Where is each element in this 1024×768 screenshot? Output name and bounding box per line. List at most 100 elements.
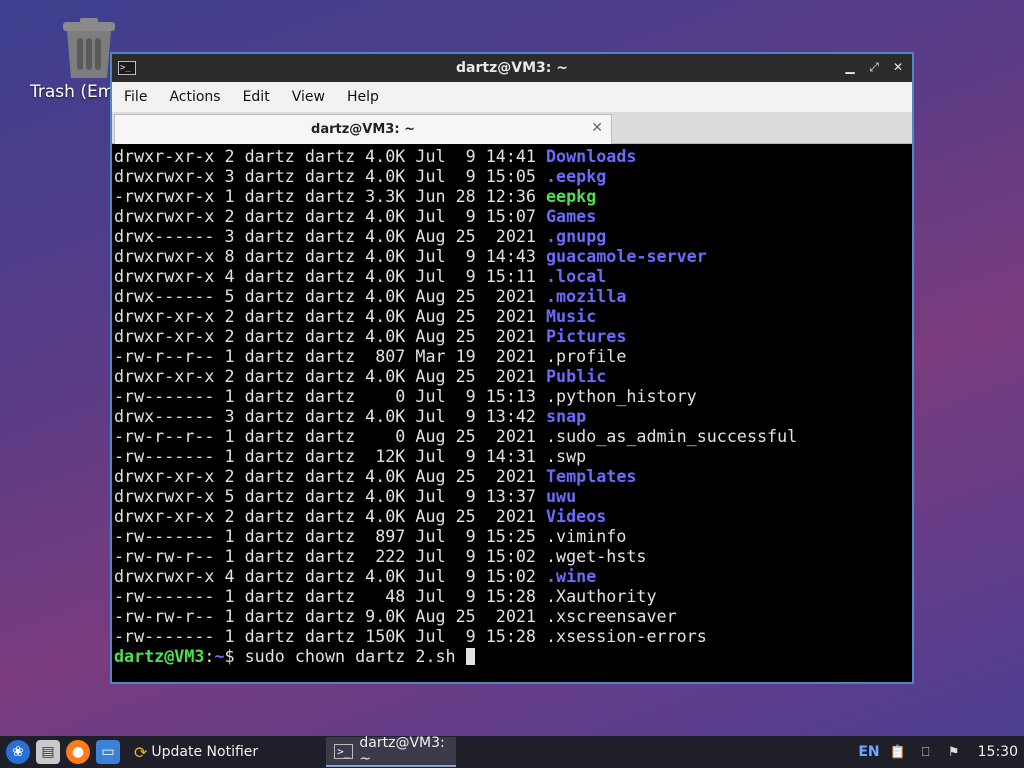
trash-label: Trash (Em <box>30 82 112 102</box>
tab-title: dartz@VM3: ~ <box>311 122 415 137</box>
network-icon[interactable]: ⎕ <box>916 742 936 762</box>
listing-meta: drwxr-xr-x 2 dartz dartz 4.0K Aug 25 202… <box>114 466 547 486</box>
task-terminal[interactable]: >_ dartz@VM3: ~ <box>326 735 457 767</box>
listing-row: -rw------- 1 dartz dartz 150K Jul 9 15:2… <box>114 626 910 646</box>
listing-meta: drwxr-xr-x 2 dartz dartz 4.0K Aug 25 202… <box>114 306 547 326</box>
menu-file[interactable]: File <box>116 82 155 112</box>
listing-row: drwxr-xr-x 2 dartz dartz 4.0K Aug 25 202… <box>114 326 910 346</box>
listing-row: drwxr-xr-x 2 dartz dartz 4.0K Aug 25 202… <box>114 306 910 326</box>
menu-actions[interactable]: Actions <box>161 82 228 112</box>
show-desktop-icon[interactable]: ▭ <box>96 740 120 764</box>
listing-row: -rwxrwxr-x 1 dartz dartz 3.3K Jun 28 12:… <box>114 186 910 206</box>
listing-meta: -rw------- 1 dartz dartz 48 Jul 9 15:28 <box>114 586 547 606</box>
task-update-notifier[interactable]: ⟳ Update Notifier <box>126 737 266 767</box>
listing-meta: drwx------ 5 dartz dartz 4.0K Aug 25 202… <box>114 286 547 306</box>
menu-help[interactable]: Help <box>339 82 387 112</box>
window-titlebar[interactable]: >_ dartz@VM3: ~ ▁ ⤢ ✕ <box>112 54 912 82</box>
listing-name: .viminfo <box>546 526 627 546</box>
listing-meta: drwxrwxr-x 5 dartz dartz 4.0K Jul 9 13:3… <box>114 486 547 506</box>
trash-icon <box>63 18 115 78</box>
tab-close-icon[interactable]: ✕ <box>591 120 603 136</box>
tab-terminal[interactable]: dartz@VM3: ~ ✕ <box>114 114 612 144</box>
start-menu-icon[interactable]: ❀ <box>6 740 30 764</box>
prompt-user: dartz@VM3 <box>114 646 205 666</box>
terminal-output[interactable]: drwxr-xr-x 2 dartz dartz 4.0K Jul 9 14:4… <box>114 146 910 682</box>
listing-name: Music <box>546 306 597 326</box>
listing-name: guacamole-server <box>546 246 707 266</box>
listing-meta: -rwxrwxr-x 1 dartz dartz 3.3K Jun 28 12:… <box>114 186 547 206</box>
listing-name: .mozilla <box>546 286 627 306</box>
listing-name: .eepkg <box>546 166 607 186</box>
listing-meta: drwxrwxr-x 2 dartz dartz 4.0K Jul 9 15:0… <box>114 206 547 226</box>
firefox-icon[interactable]: ● <box>66 740 90 764</box>
listing-row: -rw------- 1 dartz dartz 0 Jul 9 15:13 .… <box>114 386 910 406</box>
listing-name: .Xauthority <box>546 586 657 606</box>
prompt-path: ~ <box>214 646 225 666</box>
window-title: dartz@VM3: ~ <box>456 60 568 76</box>
listing-row: drwx------ 5 dartz dartz 4.0K Aug 25 202… <box>114 286 910 306</box>
menu-view[interactable]: View <box>284 82 333 112</box>
listing-meta: drwx------ 3 dartz dartz 4.0K Jul 9 13:4… <box>114 406 547 426</box>
listing-meta: -rw-r--r-- 1 dartz dartz 0 Aug 25 2021 <box>114 426 547 446</box>
listing-name: .wget-hsts <box>546 546 647 566</box>
menu-edit[interactable]: Edit <box>235 82 278 112</box>
update-notifier-icon: ⟳ <box>134 742 148 762</box>
maximize-button[interactable]: ⤢ <box>866 58 882 76</box>
listing-meta: -rw------- 1 dartz dartz 12K Jul 9 14:31 <box>114 446 547 466</box>
tab-bar: dartz@VM3: ~ ✕ <box>112 112 912 144</box>
listing-row: drwxr-xr-x 2 dartz dartz 4.0K Aug 25 202… <box>114 366 910 386</box>
listing-meta: drwxr-xr-x 2 dartz dartz 4.0K Aug 25 202… <box>114 366 547 386</box>
listing-name: .gnupg <box>546 226 607 246</box>
listing-name: .wine <box>546 566 597 586</box>
listing-name: Pictures <box>546 326 627 346</box>
listing-meta: drwxrwxr-x 4 dartz dartz 4.0K Jul 9 15:1… <box>114 266 547 286</box>
clock[interactable]: 15:30 <box>978 744 1018 760</box>
listing-name: .sudo_as_admin_successful <box>546 426 798 446</box>
listing-row: drwxrwxr-x 5 dartz dartz 4.0K Jul 9 13:3… <box>114 486 910 506</box>
command-input: sudo chown dartz 2.sh <box>244 646 466 666</box>
listing-name: snap <box>546 406 587 426</box>
listing-row: drwxr-xr-x 2 dartz dartz 4.0K Aug 25 202… <box>114 506 910 526</box>
listing-name: Templates <box>546 466 637 486</box>
menu-bar: File Actions Edit View Help <box>112 82 912 112</box>
listing-name: uwu <box>546 486 577 506</box>
file-manager-icon[interactable]: ▤ <box>36 740 60 764</box>
listing-row: drwxrwxr-x 3 dartz dartz 4.0K Jul 9 15:0… <box>114 166 910 186</box>
notification-icon[interactable]: ⚑ <box>944 742 964 762</box>
listing-meta: drwxr-xr-x 2 dartz dartz 4.0K Aug 25 202… <box>114 506 547 526</box>
listing-meta: drwxrwxr-x 4 dartz dartz 4.0K Jul 9 15:0… <box>114 566 547 586</box>
listing-name: .local <box>546 266 607 286</box>
terminal-icon: >_ <box>334 743 354 759</box>
clipboard-icon[interactable]: 📋 <box>888 742 908 762</box>
terminal-window: >_ dartz@VM3: ~ ▁ ⤢ ✕ File Actions Edit … <box>110 52 914 684</box>
keyboard-layout-indicator[interactable]: EN <box>858 744 879 760</box>
listing-row: -rw-r--r-- 1 dartz dartz 0 Aug 25 2021 .… <box>114 426 910 446</box>
text-cursor <box>465 648 475 665</box>
prompt-line[interactable]: dartz@VM3:~$ sudo chown dartz 2.sh <box>114 646 910 666</box>
listing-row: -rw------- 1 dartz dartz 897 Jul 9 15:25… <box>114 526 910 546</box>
listing-name: Downloads <box>546 146 637 166</box>
listing-name: .xscreensaver <box>546 606 677 626</box>
listing-meta: -rw------- 1 dartz dartz 897 Jul 9 15:25 <box>114 526 547 546</box>
listing-name: Public <box>546 366 607 386</box>
listing-name: Games <box>546 206 597 226</box>
terminal-icon: >_ <box>118 61 136 75</box>
close-button[interactable]: ✕ <box>890 58 906 76</box>
listing-name: eepkg <box>546 186 597 206</box>
listing-row: -rw-r--r-- 1 dartz dartz 807 Mar 19 2021… <box>114 346 910 366</box>
listing-row: drwxr-xr-x 2 dartz dartz 4.0K Jul 9 14:4… <box>114 146 910 166</box>
listing-row: -rw------- 1 dartz dartz 48 Jul 9 15:28 … <box>114 586 910 606</box>
listing-meta: -rw------- 1 dartz dartz 150K Jul 9 15:2… <box>114 626 547 646</box>
listing-row: drwxrwxr-x 2 dartz dartz 4.0K Jul 9 15:0… <box>114 206 910 226</box>
listing-meta: drwxrwxr-x 3 dartz dartz 4.0K Jul 9 15:0… <box>114 166 547 186</box>
listing-name: .xsession-errors <box>546 626 707 646</box>
listing-row: -rw------- 1 dartz dartz 12K Jul 9 14:31… <box>114 446 910 466</box>
listing-row: drwxr-xr-x 2 dartz dartz 4.0K Aug 25 202… <box>114 466 910 486</box>
listing-meta: -rw-rw-r-- 1 dartz dartz 222 Jul 9 15:02 <box>114 546 547 566</box>
listing-meta: -rw-rw-r-- 1 dartz dartz 9.0K Aug 25 202… <box>114 606 547 626</box>
minimize-button[interactable]: ▁ <box>842 58 858 76</box>
prompt-separator: : <box>204 646 215 666</box>
listing-meta: drwxr-xr-x 2 dartz dartz 4.0K Aug 25 202… <box>114 326 547 346</box>
listing-row: -rw-rw-r-- 1 dartz dartz 9.0K Aug 25 202… <box>114 606 910 626</box>
listing-row: -rw-rw-r-- 1 dartz dartz 222 Jul 9 15:02… <box>114 546 910 566</box>
